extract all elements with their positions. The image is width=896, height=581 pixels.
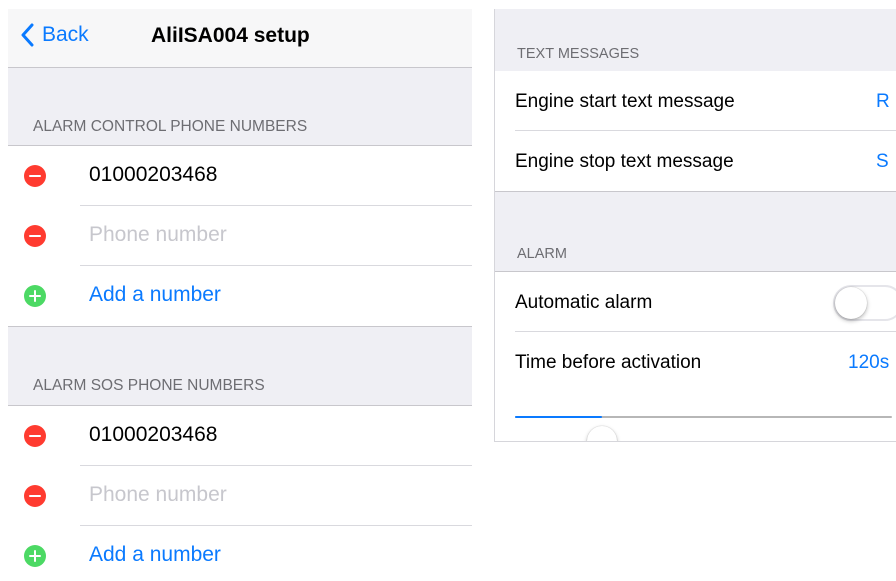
setup-screen: Back AliISA004 setup ALARM CONTROL PHONE… [8,9,472,581]
automatic-alarm-label: Automatic alarm [515,292,653,313]
slider-thumb[interactable] [586,426,617,441]
engine-start-value[interactable]: R [876,91,890,113]
phone-number-value[interactable]: 01000203468 [89,163,217,187]
add-number-button[interactable]: Add a number [89,543,221,567]
chevron-left-icon [21,23,34,47]
list-item: Phone number [8,466,472,526]
alarm-control-header: ALARM CONTROL PHONE NUMBERS [33,118,308,135]
list-item: Phone number [8,206,472,266]
back-button[interactable]: Back [20,23,89,47]
minus-circle-icon[interactable] [24,425,46,447]
engine-stop-label: Engine stop text message [515,151,734,172]
phone-number-input[interactable]: Phone number [89,483,227,507]
phone-number-input[interactable]: Phone number [89,223,227,247]
settings-screen: TEXT MESSAGES Engine start text message … [494,9,896,442]
phone-number-value[interactable]: 01000203468 [89,423,217,447]
plus-circle-icon[interactable] [24,285,46,307]
engine-start-row[interactable]: Engine start text message R [495,71,896,131]
time-before-activation-value: 120s [848,352,890,373]
automatic-alarm-row: Automatic alarm [495,272,896,332]
minus-circle-icon[interactable] [24,485,46,507]
back-label: Back [42,23,89,46]
slider-fill [515,416,602,418]
minus-circle-icon[interactable] [24,225,46,247]
activation-slider[interactable] [515,416,892,441]
automatic-alarm-toggle[interactable] [833,285,896,321]
time-before-activation-row: Time before activation 120s [495,332,896,392]
toggle-knob [835,287,867,319]
minus-circle-icon[interactable] [24,165,46,187]
text-messages-group: Engine start text message R Engine stop … [495,71,896,192]
navigation-bar: Back AliISA004 setup [8,9,472,68]
plus-circle-icon[interactable] [24,545,46,567]
alarm-sos-header: ALARM SOS PHONE NUMBERS [33,377,265,394]
engine-stop-row[interactable]: Engine stop text message S [495,131,896,191]
alarm-header: ALARM [517,246,567,262]
text-messages-header: TEXT MESSAGES [517,46,640,62]
page-title: AliISA004 setup [151,24,310,47]
alarm-control-group: 01000203468 Phone number Add a number [8,145,472,327]
alarm-sos-group: 01000203468 Phone number Add a number [8,405,472,581]
time-before-activation-label: Time before activation [515,352,702,373]
alarm-group: Automatic alarm Time before activation 1… [495,271,896,441]
engine-stop-value[interactable]: S [876,151,889,173]
add-number-button[interactable]: Add a number [89,283,221,307]
list-item: 01000203468 [8,406,472,466]
list-item: 01000203468 [8,146,472,206]
activation-slider-row [495,392,896,441]
engine-start-label: Engine start text message [515,91,735,112]
add-number-row[interactable]: Add a number [8,526,472,581]
add-number-row[interactable]: Add a number [8,266,472,326]
